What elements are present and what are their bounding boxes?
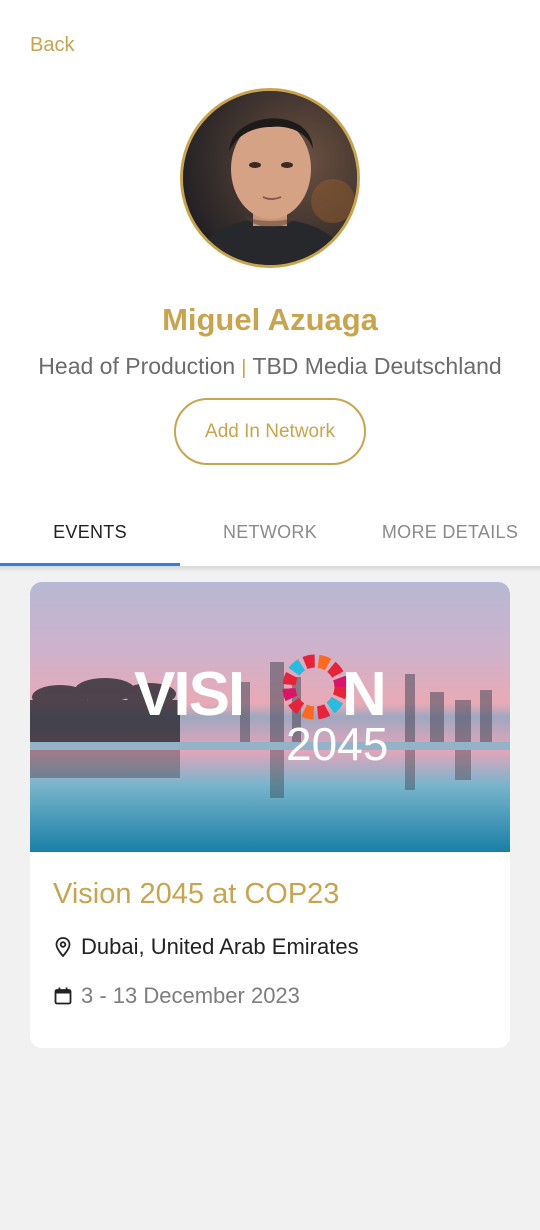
calendar-icon <box>53 985 73 1007</box>
tab-more-details[interactable]: MORE DETAILS <box>360 498 540 566</box>
add-in-network-button[interactable]: Add In Network <box>174 398 366 465</box>
event-date-row: 3 - 13 December 2023 <box>53 983 300 1009</box>
event-location-row: Dubai, United Arab Emirates <box>53 934 359 960</box>
event-card[interactable]: VISI N 2045 Vision 2045 at COP23 <box>30 582 510 1048</box>
event-title: Vision 2045 at COP23 <box>53 878 340 910</box>
profile-role: Head of Production <box>38 353 236 379</box>
svg-text:VISI: VISI <box>134 660 243 729</box>
tab-network[interactable]: NETWORK <box>180 498 360 566</box>
tabs-shadow <box>0 566 540 572</box>
avatar <box>180 88 360 268</box>
event-banner-image: VISI N 2045 <box>30 582 510 852</box>
profile-header: Back Miguel Azuaga Head of Production | TB… <box>0 0 540 566</box>
back-link[interactable]: Back <box>30 34 74 57</box>
map-pin-icon <box>53 936 73 958</box>
event-location: Dubai, United Arab Emirates <box>81 934 359 959</box>
profile-name: Miguel Azuaga <box>162 302 378 337</box>
tab-events[interactable]: EVENTS <box>0 498 180 566</box>
profile-subtitle: Head of Production | TBD Media Deutschland <box>0 353 540 380</box>
subtitle-separator: | <box>241 357 247 379</box>
svg-text:2045: 2045 <box>286 718 388 770</box>
profile-tabs: EVENTS NETWORK MORE DETAILS <box>0 498 540 566</box>
profile-company: TBD Media Deutschland <box>252 353 502 379</box>
event-dates: 3 - 13 December 2023 <box>81 983 300 1008</box>
